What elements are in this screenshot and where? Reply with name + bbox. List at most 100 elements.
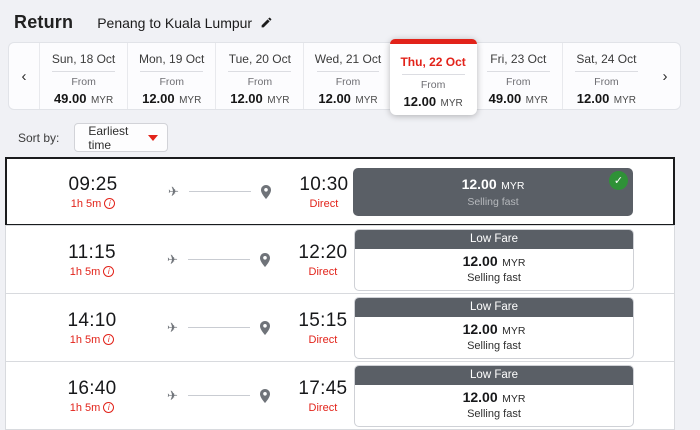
fare-slot: Low Fare 12.00 MYR Selling fast — [354, 364, 634, 427]
arrival-time: 15:15 — [298, 309, 348, 331]
departure-block: 14:10 1h 5m i — [63, 310, 121, 346]
flight-row-1410[interactable]: 14:10 1h 5m i ✈ 15:15 Direct Low Fare 12.… — [5, 293, 675, 362]
flight-row-1640[interactable]: 16:40 1h 5m i ✈ 17:45 Direct Low Fare 12.… — [5, 361, 675, 430]
edit-pencil-icon[interactable] — [260, 16, 273, 29]
info-icon[interactable]: i — [103, 266, 115, 277]
chevron-left-icon: ‹ — [21, 67, 27, 85]
plane-icon: ✈ — [167, 319, 178, 335]
from-label: From — [71, 76, 96, 88]
departure-time: 09:25 — [68, 173, 118, 195]
departure-block: 11:15 1h 5m i — [63, 242, 121, 278]
selling-fast-label: Selling fast — [467, 195, 519, 208]
route-label: Penang to Kuala Lumpur — [97, 15, 273, 31]
stops-label: Direct — [309, 197, 339, 210]
fare-amount: 12.00 — [462, 252, 498, 269]
sort-row: Sort by: Earliest time — [18, 123, 169, 152]
stops-label: Direct — [308, 401, 338, 414]
divider — [228, 71, 292, 72]
stops-label: Direct — [308, 333, 338, 346]
route-line — [187, 395, 250, 396]
route-graphic: ✈ — [168, 184, 271, 200]
arrival-block: 17:45 Direct — [294, 378, 352, 414]
date-price: 12.00 — [230, 91, 263, 106]
carousel-next-button[interactable]: › — [650, 43, 680, 109]
fare-currency: MYR — [502, 256, 526, 269]
flight-duration[interactable]: 1h 5m i — [63, 266, 121, 278]
fare-amount: 12.00 — [462, 388, 498, 405]
duration-text: 1h 5m — [69, 333, 101, 346]
selling-fast-label: Selling fast — [467, 271, 521, 284]
route-line — [187, 259, 250, 260]
fare-slot: 12.00 MYR Selling fast ✓ — [353, 167, 633, 216]
date-tab-fri-23-oct[interactable]: Fri, 23 Oct From 49.00 MYR — [475, 43, 562, 109]
date-price: 12.00 — [142, 91, 175, 106]
sort-selected-option: Earliest time — [88, 123, 129, 152]
stops-label: Direct — [308, 265, 338, 278]
arrival-block: 10:30 Direct — [295, 174, 353, 210]
low-fare-header: Low Fare — [355, 229, 633, 249]
date-tab-thu-22-oct-selected[interactable]: Thu, 22 Oct From 12.00 MYR — [389, 39, 477, 115]
departure-block: 16:40 1h 5m i — [63, 378, 121, 414]
duration-text: 1h 5m — [69, 265, 101, 278]
flight-row-0925[interactable]: 09:25 1h 5m i ✈ 10:30 Direct 12.00 MYR Se… — [5, 157, 675, 226]
low-fare-button[interactable]: Low Fare 12.00 MYR Selling fast — [354, 228, 634, 291]
fare-currency: MYR — [502, 324, 526, 337]
route-graphic: ✈ — [167, 388, 270, 404]
fare-currency: MYR — [502, 392, 526, 405]
sort-dropdown[interactable]: Earliest time — [74, 123, 169, 152]
flight-row-1115[interactable]: 11:15 1h 5m i ✈ 12:20 Direct Low Fare 12.… — [5, 225, 675, 294]
departure-time: 16:40 — [67, 377, 117, 399]
info-icon[interactable]: i — [104, 198, 116, 209]
low-fare-button[interactable]: Low Fare 12.00 MYR Selling fast — [354, 296, 634, 359]
date-price: 49.00 — [488, 91, 522, 106]
route-text: Penang to Kuala Lumpur — [97, 14, 253, 31]
flight-results-list: 09:25 1h 5m i ✈ 10:30 Direct 12.00 MYR Se… — [5, 157, 675, 430]
currency-label: MYR — [355, 95, 378, 106]
selected-fare-button[interactable]: 12.00 MYR Selling fast ✓ — [353, 167, 633, 216]
date-tab-sat-24-oct[interactable]: Sat, 24 Oct From 12.00 MYR — [561, 43, 650, 109]
flight-duration[interactable]: 1h 5m i — [63, 334, 121, 346]
divider — [575, 71, 638, 72]
info-icon[interactable]: i — [103, 334, 115, 345]
fare-slot: Low Fare 12.00 MYR Selling fast — [354, 296, 634, 359]
date-price: 12.00 — [318, 91, 351, 106]
carousel-prev-button[interactable]: ‹ — [9, 43, 39, 109]
date-tab-wed-21-oct[interactable]: Wed, 21 Oct From 12.00 MYR — [303, 43, 391, 109]
divider — [52, 71, 115, 72]
route-graphic: ✈ — [167, 252, 270, 268]
route-line — [188, 191, 251, 192]
date-tab-sun-18-oct[interactable]: Sun, 18 Oct From 49.00 MYR — [39, 43, 127, 109]
from-label: From — [335, 76, 361, 88]
low-fare-header: Low Fare — [355, 297, 633, 317]
date-price: 49.00 — [53, 91, 87, 106]
date-tab-tue-20-oct[interactable]: Tue, 20 Oct From 12.00 MYR — [215, 43, 303, 109]
divider — [140, 71, 204, 72]
arrival-time: 10:30 — [299, 173, 349, 195]
fare-amount: 12.00 — [461, 175, 497, 192]
map-pin-icon — [259, 388, 270, 403]
fare-amount: 12.00 — [462, 320, 498, 337]
info-icon[interactable]: i — [103, 402, 115, 413]
date-tab-mon-19-oct[interactable]: Mon, 19 Oct From 12.00 MYR — [127, 43, 215, 109]
plane-icon: ✈ — [167, 387, 178, 403]
date-label: Mon, 19 Oct — [139, 52, 205, 66]
selected-check-icon: ✓ — [609, 170, 628, 190]
date-label: Fri, 23 Oct — [490, 52, 547, 66]
date-carousel: ‹ Sun, 18 Oct From 49.00 MYR Mon, 19 Oct… — [8, 39, 681, 115]
departure-block: 09:25 1h 5m i — [64, 174, 122, 210]
currency-label: MYR — [179, 95, 202, 106]
date-label: Wed, 21 Oct — [314, 52, 382, 66]
low-fare-button[interactable]: Low Fare 12.00 MYR Selling fast — [354, 364, 634, 427]
page-header: Return Penang to Kuala Lumpur — [14, 12, 273, 33]
from-label: From — [594, 76, 619, 88]
plane-icon: ✈ — [168, 183, 179, 199]
flight-duration[interactable]: 1h 5m i — [63, 402, 121, 414]
divider — [316, 71, 380, 72]
caret-down-icon — [148, 134, 159, 141]
map-pin-icon — [260, 184, 271, 199]
flight-duration[interactable]: 1h 5m i — [64, 198, 122, 210]
departure-time: 11:15 — [68, 241, 116, 263]
departure-time: 14:10 — [67, 309, 117, 331]
sort-by-label: Sort by: — [18, 130, 60, 145]
currency-label: MYR — [440, 98, 463, 109]
